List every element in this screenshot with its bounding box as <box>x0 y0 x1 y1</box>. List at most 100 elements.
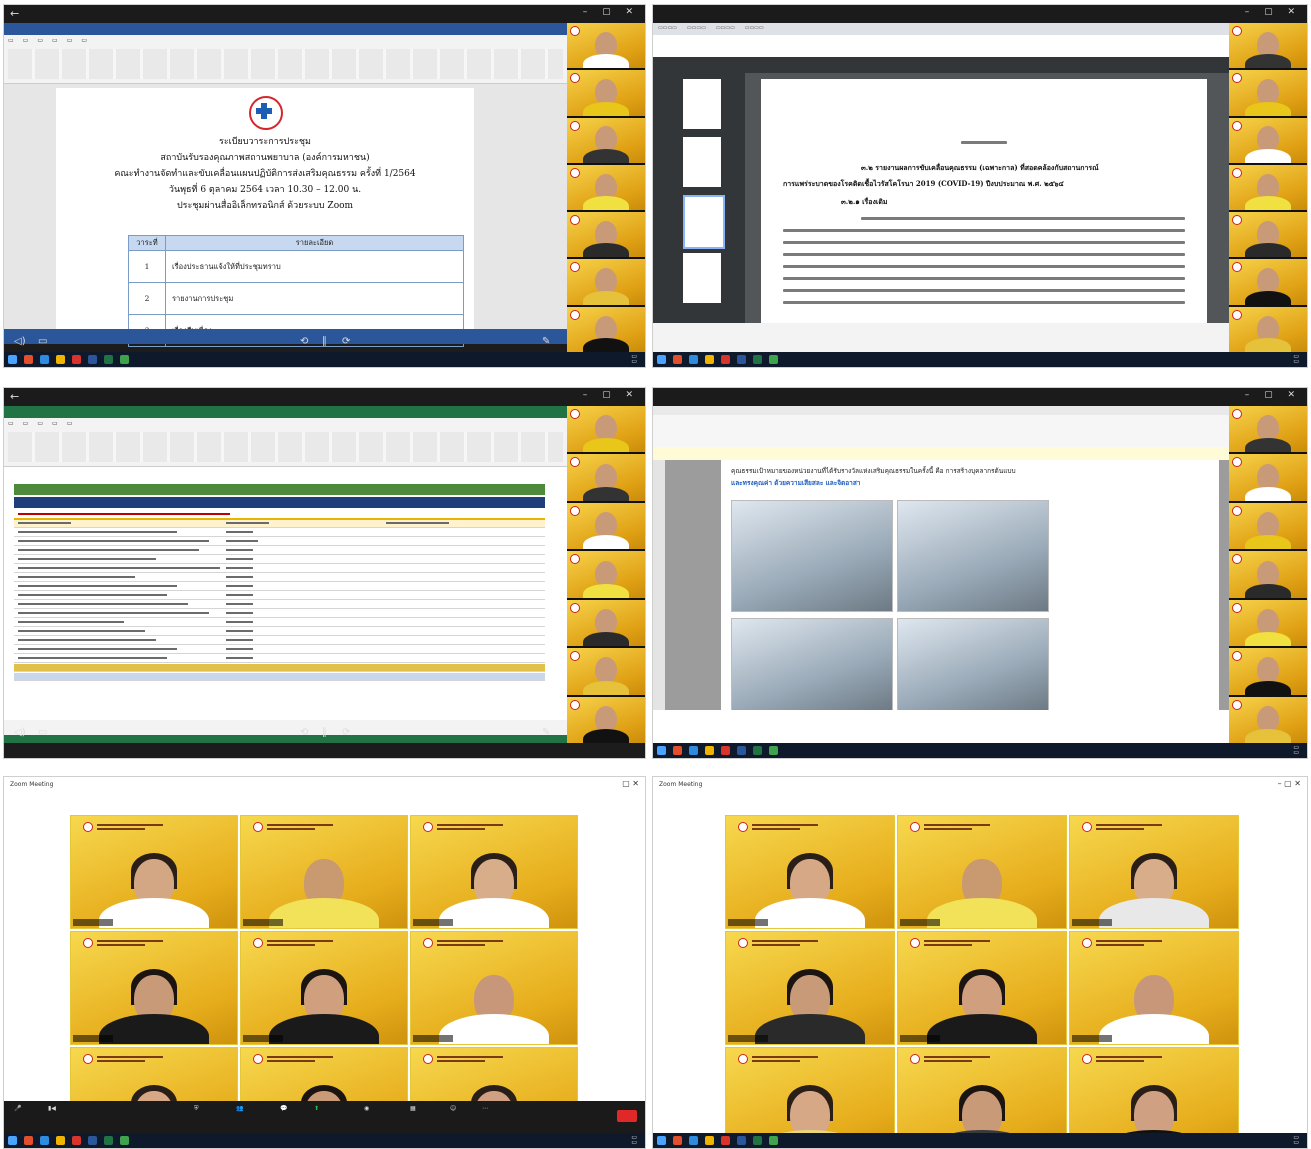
page-thumbnail[interactable] <box>683 79 721 129</box>
browser-tab[interactable]: ▭▭▭▭ <box>711 23 740 33</box>
taskbar-app-icon[interactable] <box>56 355 65 364</box>
participant-video-tile[interactable] <box>725 815 895 929</box>
taskbar-app-icon[interactable] <box>120 1136 129 1145</box>
taskbar-app-icon[interactable] <box>120 355 129 364</box>
taskbar-app-icon[interactable] <box>689 355 698 364</box>
ribbon-tab[interactable]: ▭ <box>52 420 58 427</box>
browser-tab-strip[interactable]: ▭▭▭▭ ▭▭▭▭ ▭▭▭▭ ▭▭▭▭ <box>653 23 1229 35</box>
taskbar-app-icon[interactable] <box>673 355 682 364</box>
reactions-icon[interactable]: ☺ <box>450 1105 456 1112</box>
pdf-page[interactable]: ๓.๒ รายงานผลการขับเคลื่อนคุณธรรม (เฉพาะก… <box>761 79 1207 323</box>
ribbon-tab[interactable]: ▭ <box>52 37 58 44</box>
mic-icon[interactable]: 🎤 <box>14 1105 21 1112</box>
windows-start-icon[interactable] <box>8 1136 17 1145</box>
ribbon-tool-groups[interactable] <box>8 432 563 462</box>
participant-video-tile[interactable] <box>725 931 895 1045</box>
participant-video-tile[interactable] <box>897 815 1067 929</box>
taskbar-app-icon[interactable] <box>24 355 33 364</box>
window-controls[interactable]: – ▢ ✕ <box>583 390 639 400</box>
taskbar-app-icon[interactable] <box>769 746 778 755</box>
taskbar-app-icon[interactable] <box>689 1136 698 1145</box>
page-thumbnail[interactable] <box>683 195 725 249</box>
ribbon-tab[interactable]: ▭ <box>8 420 14 427</box>
window-controls[interactable]: – ▢ ✕ <box>583 7 639 17</box>
presentation-controls[interactable]: ◁) ▭ ⟲ ∥ ⟳ ✎ ⋯ <box>4 336 645 350</box>
back-arrow-icon[interactable]: ← <box>10 390 19 403</box>
taskbar-app-icon[interactable] <box>689 746 698 755</box>
excel-ribbon[interactable]: ▭ ▭ ▭ ▭ ▭ <box>4 418 567 467</box>
participant-video-tile[interactable] <box>240 815 408 929</box>
taskbar-app-icon[interactable] <box>104 355 113 364</box>
document-page[interactable]: ระเบียบวาระการประชุม สถาบันรับรองคุณภาพส… <box>56 88 474 347</box>
taskbar-clock[interactable]: ▭ ▭ <box>631 1135 637 1146</box>
taskbar-app-icon[interactable] <box>705 355 714 364</box>
end-meeting-button[interactable] <box>617 1110 637 1122</box>
taskbar-clock[interactable]: ▭ ▭ <box>631 354 637 365</box>
pause-icon[interactable]: ∥ <box>322 727 327 738</box>
record-icon[interactable]: ◉ <box>364 1105 369 1112</box>
taskbar-clock[interactable]: ▭ ▭ <box>1293 745 1299 756</box>
participant-video-tile[interactable] <box>897 931 1067 1045</box>
ribbon-tab[interactable]: ▭ <box>37 37 43 44</box>
presentation-controls[interactable]: ◁) ▭ ⟲ ∥ ⟳ ✎ ⋯ <box>4 727 645 741</box>
windows-taskbar[interactable]: ▭ ▭ <box>4 352 645 367</box>
taskbar-app-icon[interactable] <box>769 355 778 364</box>
share-screen-icon[interactable]: ⬆ <box>314 1105 319 1112</box>
browser-tab[interactable]: ▭▭▭▭ <box>740 23 769 33</box>
speaker-icon[interactable]: ◁) <box>14 727 26 738</box>
taskbar-app-icon[interactable] <box>769 1136 778 1145</box>
taskbar-app-icon[interactable] <box>737 746 746 755</box>
security-icon[interactable]: ⛨ <box>194 1105 199 1113</box>
breakout-rooms-icon[interactable]: ▦ <box>410 1105 416 1112</box>
ribbon-tool-groups[interactable] <box>8 49 563 79</box>
pen-icon[interactable]: ✎ <box>542 727 550 738</box>
document-canvas[interactable]: ระเบียบวาระการประชุม สถาบันรับรองคุณภาพส… <box>4 84 567 347</box>
pdf-viewer[interactable]: ๓.๒ รายงานผลการขับเคลื่อนคุณธรรม (เฉพาะก… <box>653 73 1229 323</box>
participant-video-tile[interactable] <box>70 815 238 929</box>
taskbar-clock[interactable]: ▭ ▭ <box>1293 354 1299 365</box>
page-thumbnail[interactable] <box>683 137 721 187</box>
gallery-view[interactable] <box>653 793 1307 1148</box>
taskbar-app-icon[interactable] <box>88 1136 97 1145</box>
worksheet-grid[interactable] <box>4 478 567 720</box>
window-controls[interactable]: – ▢ ✕ <box>1245 390 1301 400</box>
word-ribbon[interactable]: ▭ ▭ ▭ ▭ ▭ ▭ <box>4 35 567 84</box>
ribbon-tabs[interactable]: ▭ ▭ ▭ ▭ ▭ <box>8 420 72 427</box>
ribbon-tabs[interactable]: ▭ ▭ ▭ ▭ ▭ ▭ <box>8 37 87 44</box>
record-icon[interactable]: ⟳ <box>342 336 350 347</box>
taskbar-app-icon[interactable] <box>737 1136 746 1145</box>
browser-tab[interactable]: ▭▭▭▭ <box>653 23 682 33</box>
download-bar[interactable] <box>653 323 1229 352</box>
pause-icon[interactable]: ∥ <box>322 336 327 347</box>
ribbon-tab[interactable]: ▭ <box>23 37 29 44</box>
taskbar-app-icon[interactable] <box>753 746 762 755</box>
rotate-icon[interactable]: ⟲ <box>300 336 308 347</box>
zoom-control-bar[interactable]: 🎤 ▮◀ ⛨ 👥 💬 ⬆ ◉ ▦ ☺ ⋯ <box>4 1101 645 1133</box>
page-thumbnail[interactable] <box>683 253 721 303</box>
windows-start-icon[interactable] <box>657 355 666 364</box>
taskbar-app-icon[interactable] <box>721 746 730 755</box>
participant-video-tile[interactable] <box>1069 815 1239 929</box>
taskbar-app-icon[interactable] <box>673 1136 682 1145</box>
window-controls[interactable]: ▢ ✕ <box>622 779 639 788</box>
participants-icon[interactable]: 👥 <box>236 1105 243 1112</box>
taskbar-app-icon[interactable] <box>753 355 762 364</box>
participant-video-tile[interactable] <box>240 931 408 1045</box>
gallery-view[interactable] <box>4 793 645 1148</box>
pdf-page[interactable]: คุณธรรมเป้าหมายของหน่วยงานที่ได้รับรางวั… <box>721 460 1219 712</box>
more-icon[interactable]: ⋯ <box>482 1105 488 1112</box>
ribbon-tab[interactable]: ▭ <box>81 37 87 44</box>
ribbon-tab[interactable]: ▭ <box>23 420 29 427</box>
taskbar-app-icon[interactable] <box>40 355 49 364</box>
taskbar-app-icon[interactable] <box>72 1136 81 1145</box>
taskbar-app-icon[interactable] <box>56 1136 65 1145</box>
taskbar-app-icon[interactable] <box>40 1136 49 1145</box>
chat-icon[interactable]: 💬 <box>280 1105 287 1112</box>
pen-icon[interactable]: ✎ <box>542 336 550 347</box>
record-icon[interactable]: ⟳ <box>342 727 350 738</box>
participant-video-tile[interactable] <box>410 815 578 929</box>
taskbar-app-icon[interactable] <box>737 355 746 364</box>
window-controls[interactable]: – ▢ ✕ <box>1245 7 1301 17</box>
participant-video-tile[interactable] <box>410 931 578 1045</box>
pdf-toolbar[interactable] <box>653 57 1229 73</box>
